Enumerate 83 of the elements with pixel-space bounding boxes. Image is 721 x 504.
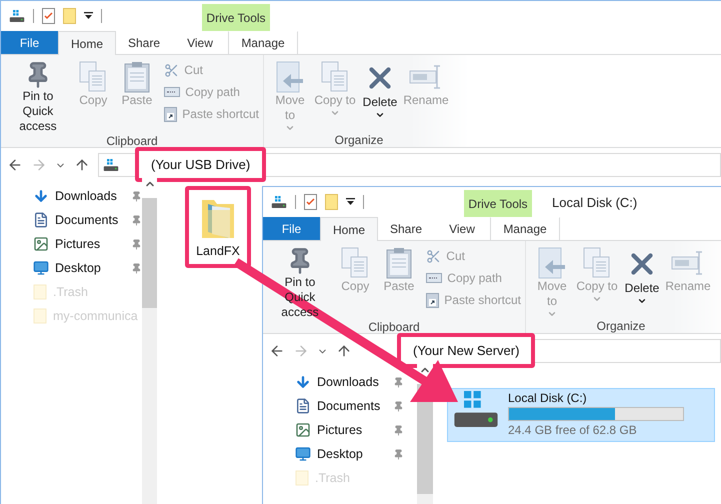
copy-icon <box>340 247 370 279</box>
address-text: (Your New Server) <box>397 333 536 368</box>
pin-icon <box>393 448 404 460</box>
up-icon[interactable] <box>74 157 90 173</box>
folder-icon <box>33 308 47 324</box>
free-space-text: 24.4 GB free of 62.8 GB <box>508 423 638 437</box>
download-icon <box>33 188 49 204</box>
monitor-icon <box>295 446 311 462</box>
document-icon <box>33 212 49 228</box>
folder-icon <box>295 470 309 486</box>
ribbon-tab[interactable]: File <box>1 31 58 54</box>
download-icon <box>295 374 311 390</box>
pin-icon <box>131 262 142 274</box>
monitor-icon <box>33 260 49 276</box>
window-title: Local Disk (C:) <box>551 194 638 212</box>
dropdown-icon[interactable] <box>84 12 93 20</box>
group-label: Organize <box>596 319 646 335</box>
pin-icon <box>131 190 142 202</box>
address-field[interactable] <box>534 339 721 363</box>
checklist-icon[interactable] <box>304 194 317 210</box>
ribbon-button[interactable]: Pin to Quick access <box>7 61 69 134</box>
drive-icon <box>452 391 500 430</box>
clipboard-icon <box>124 61 150 93</box>
scissors-icon <box>426 248 442 264</box>
path-icon <box>164 87 180 97</box>
caret-icon <box>285 123 295 133</box>
caret-icon <box>592 294 602 304</box>
copy-to-icon <box>582 247 612 279</box>
ribbon-button[interactable]: Delete <box>622 247 662 319</box>
drive-name: Local Disk (C:) <box>508 391 588 405</box>
address-text: (Your USB Drive) <box>135 147 266 182</box>
dropdown-icon[interactable] <box>346 198 355 206</box>
scissors-icon <box>164 62 180 78</box>
nav-item[interactable]: Desktop <box>295 442 417 466</box>
path-icon <box>426 273 442 283</box>
caret-icon <box>375 110 385 120</box>
nav-item[interactable]: Pictures <box>33 232 142 256</box>
pin-icon <box>131 214 142 226</box>
copy-icon <box>78 61 108 93</box>
drive-icon <box>271 196 287 208</box>
document-icon <box>295 398 311 414</box>
copy-to-icon <box>320 61 350 93</box>
nav-item[interactable]: Documents <box>33 208 142 232</box>
up-icon[interactable] <box>336 343 352 359</box>
back-icon[interactable] <box>7 157 23 173</box>
picture-icon <box>33 236 49 252</box>
clipboard-icon <box>386 247 412 279</box>
nav-item[interactable]: Downloads <box>33 184 142 208</box>
nav-item[interactable]: Desktop <box>33 256 142 280</box>
contextual-tab-header: Drive Tools <box>464 190 532 217</box>
ribbon-tab[interactable]: Manage <box>228 31 298 54</box>
pin-icon <box>393 376 404 388</box>
drive-icon <box>9 10 25 22</box>
scrollbar[interactable] <box>142 178 157 504</box>
caret-icon <box>330 108 340 118</box>
checklist-icon[interactable] <box>42 8 55 24</box>
ribbon-tab[interactable]: Home <box>320 217 378 241</box>
move-icon <box>537 247 567 279</box>
nav-item[interactable]: Pictures <box>295 418 417 442</box>
shortcut-icon <box>164 106 178 122</box>
picture-icon <box>295 422 311 438</box>
move-icon <box>275 61 305 93</box>
pin-icon <box>393 424 404 436</box>
shortcut-icon <box>426 292 440 308</box>
caret-icon <box>637 296 647 306</box>
group-label: Organize <box>334 133 384 149</box>
nav-item[interactable]: Documents <box>295 394 417 418</box>
contextual-tab-header: Drive Tools <box>202 4 270 31</box>
folder-icon <box>33 284 47 300</box>
nav-item[interactable]: Downloads <box>295 370 417 394</box>
drive-icon <box>103 158 119 172</box>
ribbon-button[interactable]: Delete <box>360 61 400 133</box>
caret-icon <box>547 309 557 319</box>
ribbon-tab[interactable]: File <box>263 217 320 240</box>
pin-icon <box>131 238 142 250</box>
folder-item[interactable]: LandFX <box>185 186 251 268</box>
group-label: Clipboard <box>368 320 420 336</box>
pin-icon <box>393 400 404 412</box>
ribbon-tab[interactable]: Home <box>58 31 116 55</box>
back-icon[interactable] <box>269 343 285 359</box>
ribbon-tab[interactable]: Manage <box>490 217 560 240</box>
drive-item[interactable]: Local Disk (C:) 24.4 GB free of 62.8 GB <box>447 388 715 442</box>
group-label: Clipboard <box>106 134 158 150</box>
